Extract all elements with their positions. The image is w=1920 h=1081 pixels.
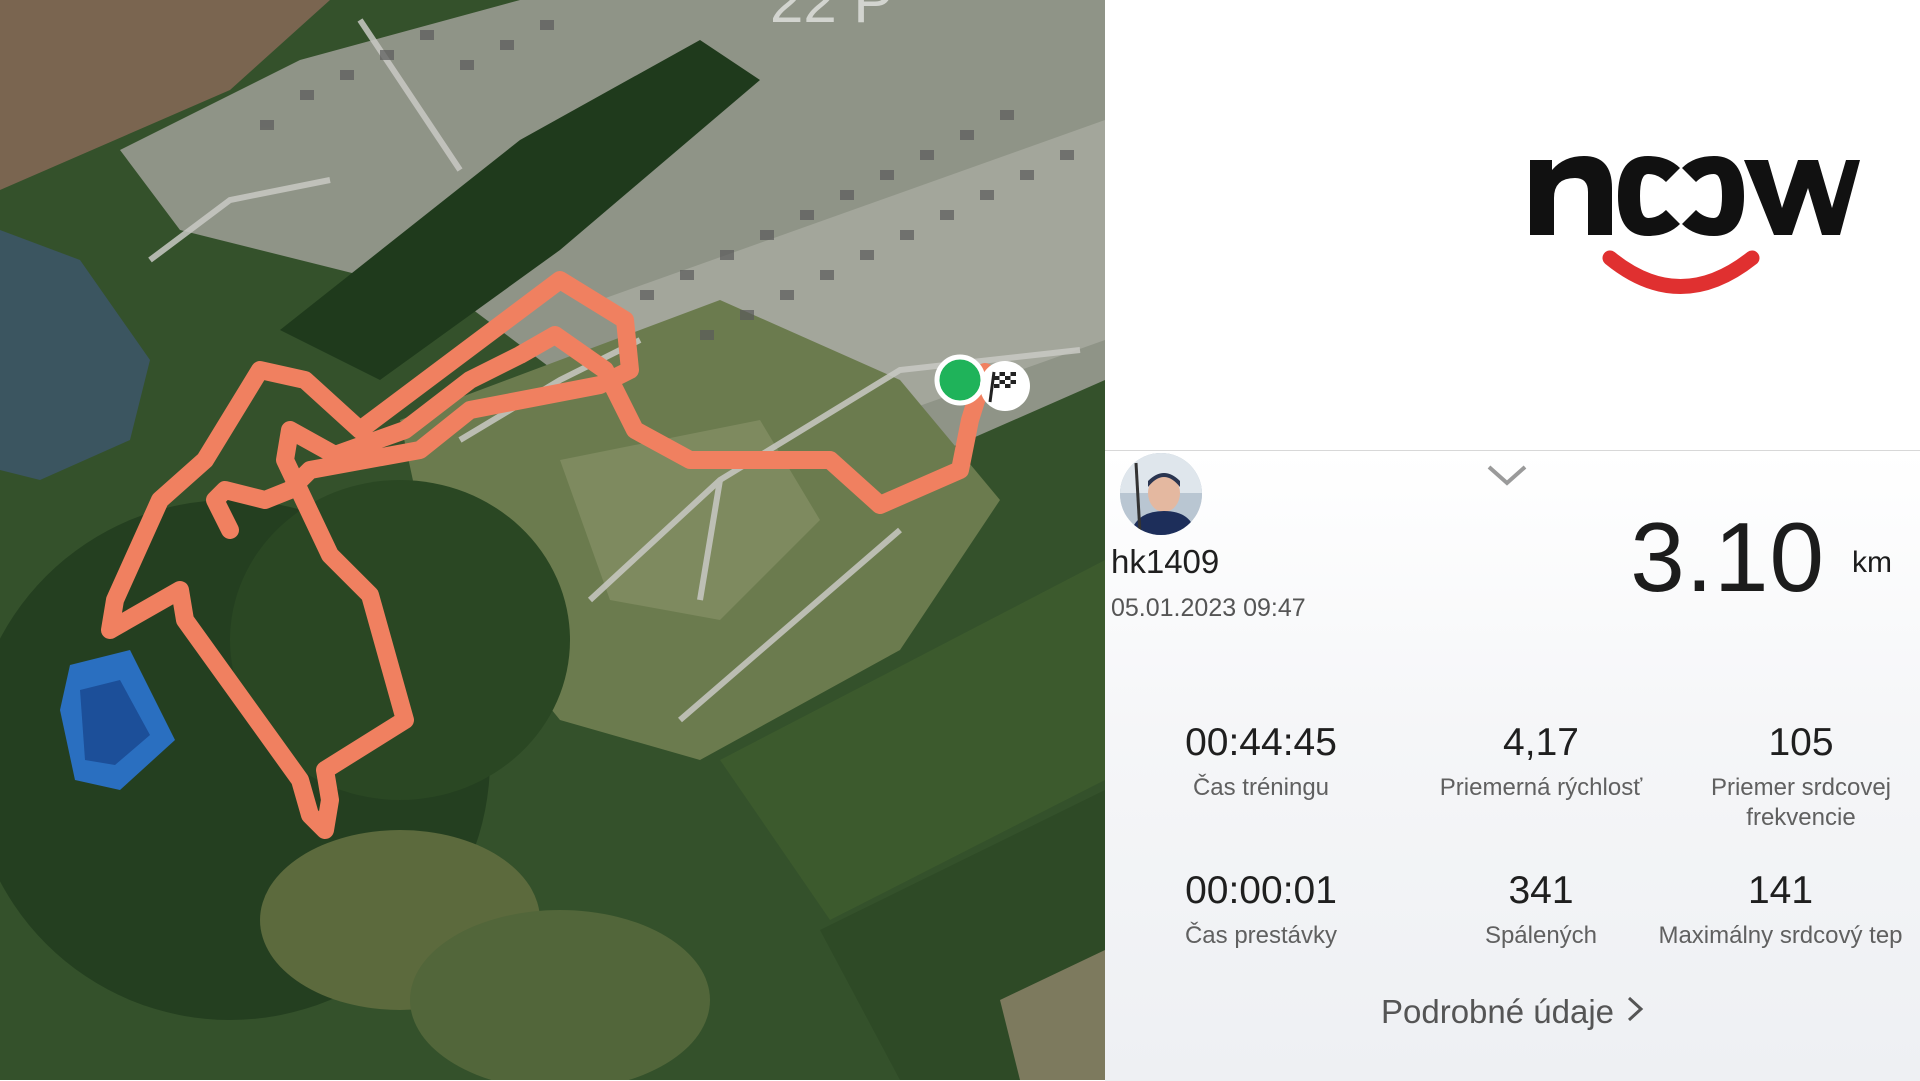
activity-datetime: 05.01.2023 09:47	[1111, 594, 1306, 622]
stat-value: 00:44:45	[1185, 721, 1337, 764]
stat-avg-heart-rate: 105 Priemer srdcovej frekvencie	[1681, 721, 1920, 833]
stat-calories: 341 Spálených	[1401, 869, 1681, 951]
stat-training-time: 00:44:45 Čas tréningu	[1121, 721, 1401, 803]
start-marker[interactable]	[934, 354, 986, 406]
satellite-map: 22 P	[0, 0, 1105, 1080]
activity-summary-card: hk1409 05.01.2023 09:47 3.10 km 00:44:45…	[1105, 450, 1920, 1081]
route-map[interactable]: 22 P	[0, 0, 1105, 1080]
stat-label: Priemerná rýchlosť	[1439, 774, 1643, 801]
stat-value: 00:00:01	[1185, 869, 1337, 912]
stat-break-time: 00:00:01 Čas prestávky	[1121, 869, 1401, 951]
stat-value: 341	[1508, 869, 1574, 912]
chevron-down-icon[interactable]	[1485, 463, 1529, 494]
chevron-right-icon	[1626, 993, 1644, 1031]
stat-avg-speed: 4,17 Priemerná rýchlosť	[1401, 721, 1681, 803]
stat-value: 105	[1768, 721, 1834, 764]
stat-label: Čas tréningu	[1192, 774, 1330, 801]
details-link[interactable]: Podrobné údaje	[1105, 993, 1920, 1031]
noow-logo	[1530, 156, 1860, 294]
distance-value: 3.10	[1630, 502, 1825, 612]
checkered-flag-icon[interactable]	[980, 361, 1030, 411]
brand-area	[1105, 0, 1920, 450]
avatar[interactable]	[1120, 453, 1202, 535]
username: hk1409	[1111, 543, 1220, 580]
stat-label: Priemer srdcovej frekvencie	[1710, 774, 1892, 831]
stat-label: Spálených	[1484, 922, 1598, 949]
stat-max-heart-rate: 141 Maximálny srdcový tep	[1641, 869, 1920, 951]
details-label: Podrobné údaje	[1380, 993, 1615, 1030]
distance-unit: km	[1852, 546, 1892, 579]
stat-label: Maximálny srdcový tep	[1658, 922, 1903, 949]
stat-label: Čas prestávky	[1184, 922, 1338, 949]
stat-value: 141	[1747, 869, 1814, 912]
map-partial-label: 22 P	[770, 0, 893, 35]
activity-panel: hk1409 05.01.2023 09:47 3.10 km 00:44:45…	[1105, 0, 1920, 1081]
stat-value: 4,17	[1503, 721, 1579, 764]
